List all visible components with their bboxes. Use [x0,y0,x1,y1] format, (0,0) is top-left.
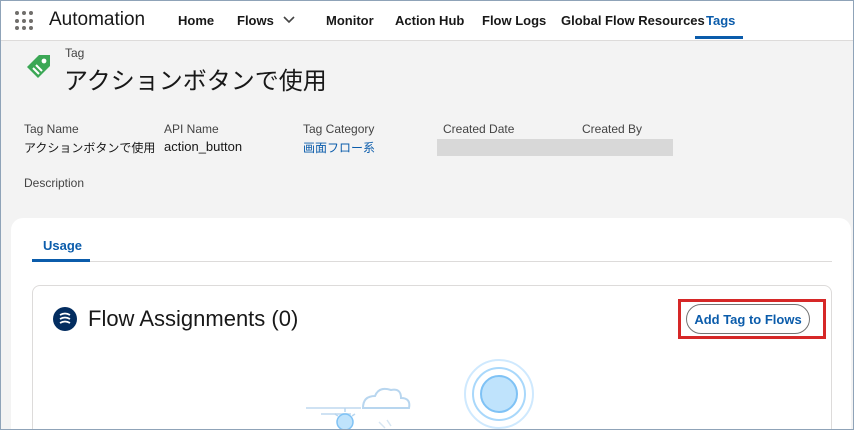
field-label-api-name: API Name [164,122,219,136]
field-label-tag-category: Tag Category [303,122,375,136]
nav-item-global-flow-resources[interactable]: Global Flow Resources [561,13,705,28]
tag-icon [27,55,50,78]
app-name: Automation [49,9,146,30]
nav-item-tags[interactable]: Tags [706,13,735,28]
tab-divider [32,261,832,262]
app-frame: Automation Home Flows Monitor Action Hub… [0,0,854,430]
empty-state-illustration [306,359,534,429]
tab-active-indicator [32,259,90,262]
field-label-tag-name: Tag Name [24,122,79,136]
field-label-created-date: Created Date [443,122,515,136]
top-nav: Automation Home Flows Monitor Action Hub… [1,1,853,41]
nav-item-flow-logs[interactable]: Flow Logs [482,13,546,28]
redacted-created-info [437,139,673,156]
field-value-api-name: action_button [164,139,243,154]
nav-item-flows[interactable]: Flows [237,13,274,28]
field-value-tag-category-link[interactable]: 画面フロー系 [303,139,375,156]
record-type-label: Tag [65,46,85,60]
nav-active-indicator [695,36,743,39]
flow-icon [53,307,77,331]
tab-usage[interactable]: Usage [43,238,82,253]
nav-item-monitor[interactable]: Monitor [326,13,374,28]
page-title: アクションボタンで使用 [64,68,327,95]
chevron-down-icon[interactable] [283,14,295,26]
highlight-box [678,299,826,339]
field-label-created-by: Created By [582,122,643,136]
field-label-description: Description [24,176,85,190]
flow-assignments-title: Flow Assignments (0) [88,306,299,331]
nav-item-home[interactable]: Home [178,13,214,28]
field-value-tag-name: アクションボタンで使用 [24,141,156,155]
nav-item-action-hub[interactable]: Action Hub [395,13,464,28]
app-launcher-icon[interactable] [15,11,35,31]
